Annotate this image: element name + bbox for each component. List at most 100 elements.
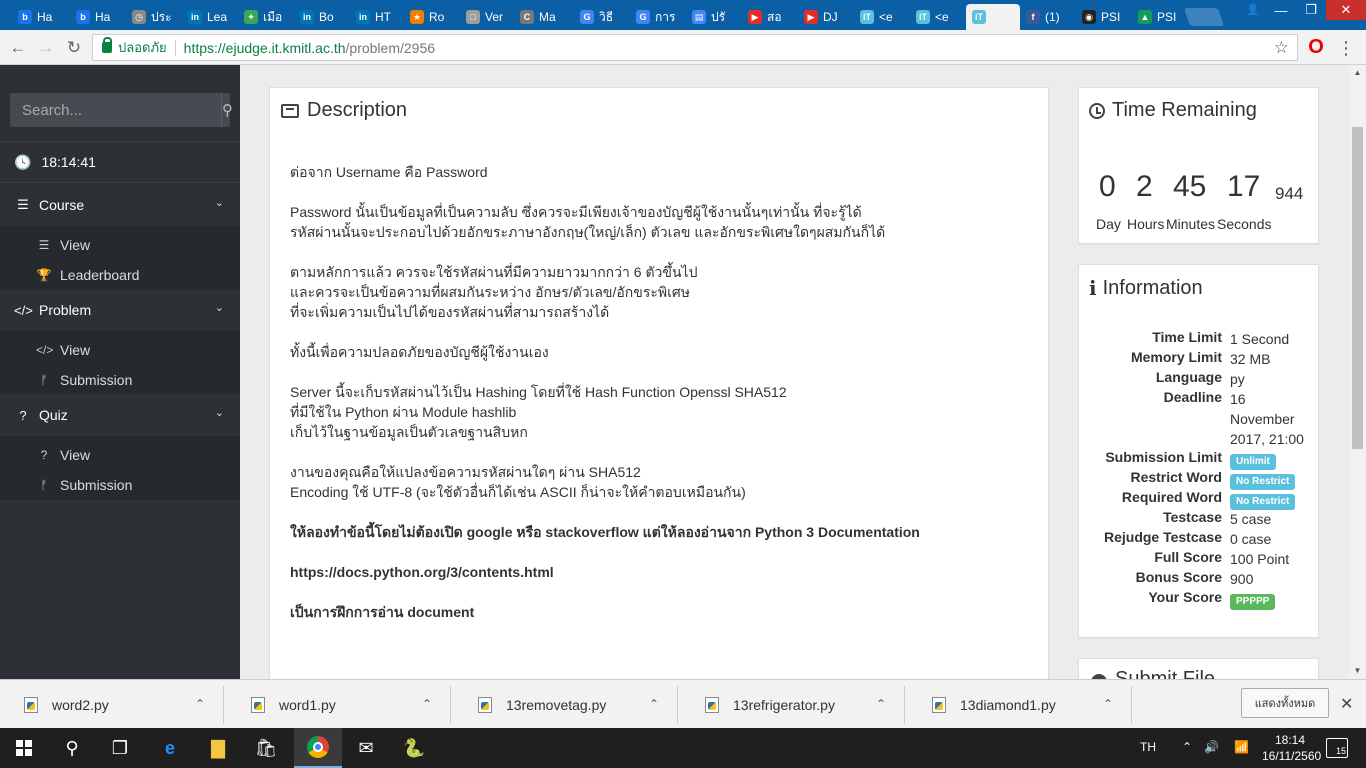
browser-tab[interactable]: ▶ DJ xyxy=(798,4,852,30)
browser-tab[interactable]: ✦ เมือ xyxy=(238,4,292,30)
chevron-up-icon[interactable]: ⌃ xyxy=(422,697,432,711)
tab-label: HT xyxy=(375,10,391,24)
tab-favicon-icon: G xyxy=(636,10,650,24)
tab-label: ปรั xyxy=(711,9,726,24)
browser-tab[interactable]: iT <e xyxy=(854,4,908,30)
sidebar-item-quiz-view[interactable]: ? View xyxy=(0,440,240,470)
forward-arrow-icon[interactable]: → xyxy=(34,36,58,60)
browser-tab[interactable]: f (1) xyxy=(1020,4,1074,30)
sidebar-section-course[interactable]: ☰ Course ⌄ xyxy=(0,184,240,226)
info-key: Time Limit xyxy=(1152,329,1222,345)
page-scrollbar[interactable]: ▲ ▼ xyxy=(1349,65,1366,679)
new-tab-button[interactable] xyxy=(1183,8,1225,26)
chevron-up-icon[interactable]: ⌃ xyxy=(195,697,205,711)
browser-tab[interactable]: iT <e xyxy=(910,4,964,30)
restore-button[interactable]: ❐ xyxy=(1296,0,1326,20)
store-icon[interactable]: 🛍 xyxy=(242,728,290,768)
task-view-icon[interactable]: ❐ xyxy=(96,728,144,768)
profile-icon[interactable]: 👤 xyxy=(1246,3,1260,16)
sidebar-item-course-view[interactable]: ☰ View xyxy=(0,230,240,260)
bookmark-star-icon[interactable]: ☆ xyxy=(1274,38,1289,58)
download-item[interactable]: 13removetag.py ⌃ xyxy=(458,686,678,724)
browser-tab[interactable]: in Lea xyxy=(182,4,236,30)
code-fork-icon: ᚠ xyxy=(40,373,48,387)
scroll-down-arrow-icon[interactable]: ▼ xyxy=(1352,666,1363,676)
tray-chevron-up-icon[interactable]: ⌃ xyxy=(1182,740,1192,754)
browser-tab[interactable]: ▲ PSI xyxy=(1132,4,1184,30)
tab-favicon-icon: ✦ xyxy=(244,10,258,24)
opera-extension-icon[interactable]: O xyxy=(1306,36,1326,58)
browser-tab[interactable]: □ Ver xyxy=(460,4,514,30)
show-all-downloads-button[interactable]: แสดงทั้งหมด xyxy=(1241,688,1329,718)
description-line: Server นี้จะเก็บรหัสผ่านไว้เป็น Hashing … xyxy=(290,384,787,400)
clock-icon: 🕓 xyxy=(14,153,32,170)
description-line: ต่อจาก Username คือ Password xyxy=(290,164,488,180)
list-alt-icon xyxy=(281,103,299,118)
browser-tab[interactable]: ▤ ปรั xyxy=(686,4,740,30)
download-item[interactable]: 13diamond1.py ⌃ xyxy=(912,686,1132,724)
download-item[interactable]: word1.py ⌃ xyxy=(231,686,451,724)
info-row-language: Language py xyxy=(1079,369,1320,389)
mail-icon[interactable]: ✉ xyxy=(342,728,390,768)
browser-tab[interactable]: G วิธี xyxy=(574,4,628,30)
tab-favicon-icon: ★ xyxy=(410,10,424,24)
info-row-required-word: Required Word No Restrict xyxy=(1079,489,1320,510)
python-icon[interactable]: 🐍 xyxy=(390,728,438,768)
chrome-taskbar-icon[interactable] xyxy=(294,728,342,768)
description-line xyxy=(290,502,1030,522)
info-value: No Restrict xyxy=(1230,469,1314,490)
sidebar-section-problem[interactable]: </> Problem ⌄ xyxy=(0,289,240,331)
start-button[interactable] xyxy=(0,728,48,768)
scroll-up-arrow-icon[interactable]: ▲ xyxy=(1352,68,1363,78)
tab-favicon-icon: in xyxy=(188,10,202,24)
action-center-icon[interactable]: 15 xyxy=(1326,738,1348,758)
sidebar-section-quiz[interactable]: ? Quiz ⌄ xyxy=(0,394,240,436)
status-badge: No Restrict xyxy=(1230,494,1296,510)
taskbar-clock[interactable]: 18:14 16/11/2560 xyxy=(1262,732,1321,764)
browser-tab[interactable]: G การ xyxy=(630,4,684,30)
browser-tab[interactable]: iT xyxy=(966,4,1020,30)
browser-tab[interactable]: in Bo xyxy=(294,4,348,30)
search-icon[interactable]: ⚲ xyxy=(221,93,233,127)
back-arrow-icon[interactable]: ← xyxy=(6,36,30,60)
browser-tab[interactable]: b Ha xyxy=(12,4,66,30)
wifi-icon[interactable]: 📶 xyxy=(1234,740,1249,754)
input-language[interactable]: TH xyxy=(1140,740,1156,754)
search-taskbar-icon[interactable]: ⚲ xyxy=(48,728,96,768)
chrome-logo-icon xyxy=(307,736,329,758)
file-explorer-icon[interactable]: ▇ xyxy=(194,728,242,768)
scrollbar-thumb[interactable] xyxy=(1352,127,1363,449)
browser-tab[interactable]: b Ha xyxy=(70,4,124,30)
reload-icon[interactable]: ↻ xyxy=(62,36,86,60)
chevron-up-icon[interactable]: ⌃ xyxy=(876,697,886,711)
sidebar-item-problem-view[interactable]: </> View xyxy=(0,335,240,365)
download-item[interactable]: word2.py ⌃ xyxy=(4,686,224,724)
browser-tab[interactable]: ◉ PSI xyxy=(1076,4,1130,30)
close-window-button[interactable]: ✕ xyxy=(1326,0,1366,20)
browser-tab[interactable]: C Ma xyxy=(514,4,568,30)
download-filename: word1.py xyxy=(279,697,336,713)
download-item[interactable]: 13refrigerator.py ⌃ xyxy=(685,686,905,724)
edge-browser-icon[interactable]: e xyxy=(146,728,194,768)
browser-menu-icon[interactable]: ⋮ xyxy=(1337,37,1355,59)
tab-label: Lea xyxy=(207,10,228,24)
close-download-bar-icon[interactable]: ✕ xyxy=(1340,694,1353,714)
browser-tab[interactable]: in HT xyxy=(350,4,404,30)
browser-tab[interactable]: ◷ ประ xyxy=(126,4,180,30)
browser-tab[interactable]: ▶ สอ xyxy=(742,4,796,30)
sidebar-item-quiz-submission[interactable]: ᚠ Submission xyxy=(0,470,240,500)
info-key: Language xyxy=(1155,369,1222,385)
volume-icon[interactable]: 🔊 xyxy=(1204,740,1219,754)
search-input[interactable] xyxy=(10,93,221,127)
clock-icon xyxy=(1089,102,1105,119)
sidebar-item-course-leaderboard[interactable]: 🏆 Leaderboard xyxy=(0,260,240,290)
address-bar[interactable]: ปลอดภัย https://ejudge.it.kmitl.ac.th/pr… xyxy=(92,34,1298,61)
sidebar-item-problem-submission[interactable]: ᚠ Submission xyxy=(0,365,240,395)
description-line: ที่มีใช้ใน Python ผ่าน Module hashlib xyxy=(290,404,517,420)
info-key: Testcase xyxy=(1163,509,1222,525)
browser-tab[interactable]: ★ Ro xyxy=(404,4,458,30)
chevron-up-icon[interactable]: ⌃ xyxy=(649,697,659,711)
minimize-button[interactable]: — xyxy=(1266,0,1296,20)
chevron-up-icon[interactable]: ⌃ xyxy=(1103,697,1113,711)
tab-label: DJ xyxy=(823,10,838,24)
